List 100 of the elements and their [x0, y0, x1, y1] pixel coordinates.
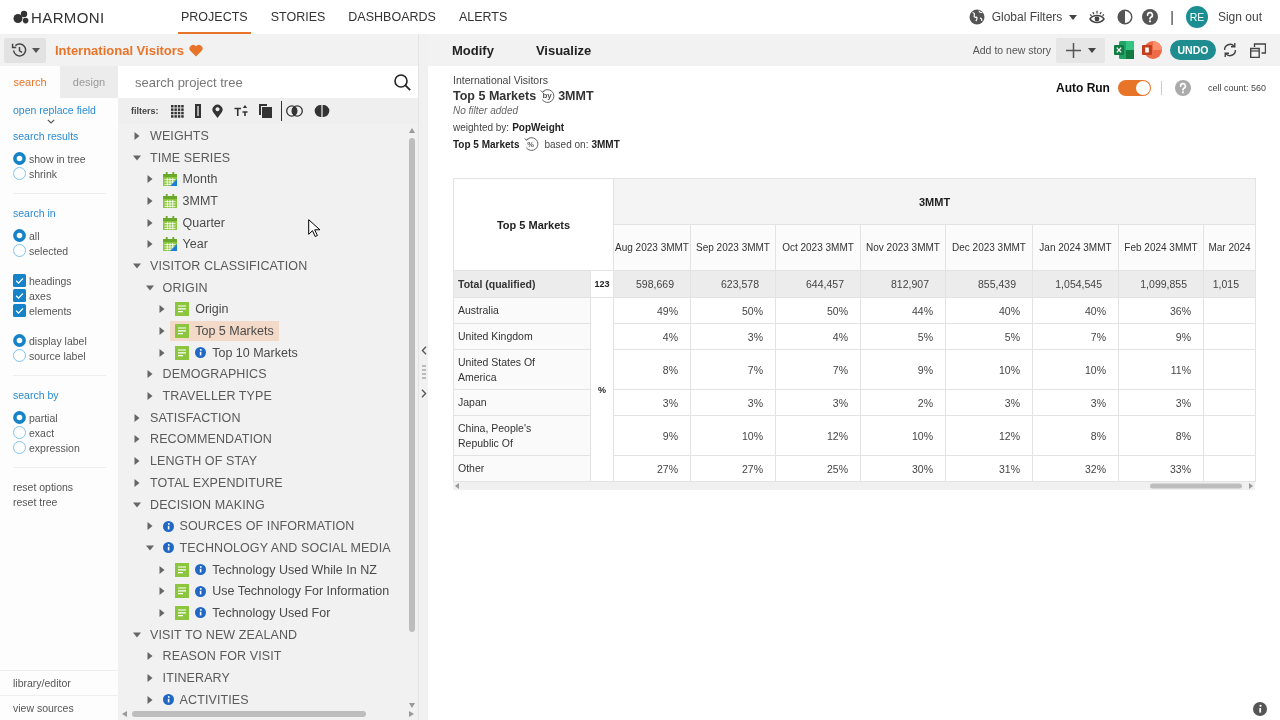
caret-down-icon[interactable]: [133, 154, 141, 161]
tree-item[interactable]: Origin: [170, 299, 234, 320]
spreadsheet-icon[interactable]: [1114, 41, 1134, 59]
info-icon[interactable]: [195, 607, 207, 619]
option-link[interactable]: reset options: [13, 480, 106, 495]
chevron-right-icon[interactable]: [420, 389, 427, 398]
documents-icon[interactable]: [258, 104, 272, 118]
tree-item[interactable]: VISITOR CLASSIFICATION: [145, 255, 313, 276]
checkbox[interactable]: [13, 274, 26, 287]
checkbox[interactable]: [13, 304, 26, 317]
info-icon[interactable]: [195, 564, 207, 576]
tree-item[interactable]: Technology Used For: [170, 602, 336, 623]
tree-item[interactable]: Month: [157, 169, 223, 190]
global-filters-dropdown[interactable]: Global Filters: [968, 9, 1078, 25]
heart-icon[interactable]: [189, 43, 204, 57]
caret-right-icon[interactable]: [145, 218, 154, 227]
tree-item[interactable]: Quarter: [157, 212, 230, 233]
option-link[interactable]: reset tree: [13, 495, 106, 510]
text-size-icon[interactable]: [233, 105, 248, 117]
tree-item[interactable]: DECISION MAKING: [145, 494, 270, 515]
caret-right-icon[interactable]: [145, 196, 154, 205]
info-icon[interactable]: [195, 347, 207, 359]
info-icon[interactable]: [162, 542, 174, 554]
caret-right-icon[interactable]: [158, 305, 167, 314]
caret-down-icon[interactable]: [133, 262, 141, 269]
horizontal-scrollbar[interactable]: [453, 482, 1255, 490]
caret-icon[interactable]: [1087, 47, 1096, 53]
caret-right-icon[interactable]: [145, 652, 154, 661]
tree-item[interactable]: SATISFACTION: [145, 407, 246, 428]
view-tab[interactable]: Visualize: [535, 42, 592, 58]
avatar[interactable]: RE: [1185, 6, 1208, 28]
tree-item[interactable]: LENGTH OF STAY: [145, 451, 263, 472]
tree-item[interactable]: SOURCES OF INFORMATION: [157, 516, 360, 537]
search-field[interactable]: search project tree: [118, 66, 418, 98]
radio-button[interactable]: [13, 334, 26, 347]
radio-button[interactable]: [13, 244, 26, 257]
caret-right-icon[interactable]: [158, 327, 167, 336]
caret-right-icon[interactable]: [158, 608, 167, 617]
caret-right-icon[interactable]: [133, 457, 141, 466]
tree-item[interactable]: Year: [157, 234, 213, 255]
radio-button[interactable]: [13, 426, 26, 439]
undo-button[interactable]: UNDO: [1170, 40, 1216, 60]
pin-icon[interactable]: [211, 104, 223, 118]
grip-icon[interactable]: [421, 365, 426, 379]
caret-down-icon[interactable]: [145, 284, 154, 291]
radio-button[interactable]: [13, 167, 26, 180]
tree-item[interactable]: DEMOGRAPHICS: [157, 364, 272, 385]
tree-item[interactable]: Top 10 Markets: [170, 342, 303, 363]
caret-right-icon[interactable]: [133, 131, 141, 140]
search-input[interactable]: search project tree: [135, 70, 388, 94]
radio-button[interactable]: [13, 152, 26, 165]
tree-item[interactable]: REASON FOR VISIT: [157, 646, 287, 667]
overlap-circles-icon[interactable]: [285, 105, 303, 117]
tree-item[interactable]: 3MMT: [157, 190, 223, 211]
contrast-icon[interactable]: [1117, 9, 1134, 25]
caret-right-icon[interactable]: [158, 565, 167, 574]
history-button[interactable]: [4, 37, 46, 63]
tree-item[interactable]: TIME SERIES: [145, 147, 236, 168]
help-icon[interactable]: [1142, 9, 1159, 25]
tree-item[interactable]: ITINERARY: [157, 668, 235, 689]
tree-item[interactable]: Top 5 Markets: [170, 321, 279, 342]
caret-right-icon[interactable]: [145, 175, 154, 184]
caret-right-icon[interactable]: [145, 240, 154, 249]
checkbox[interactable]: [13, 289, 26, 302]
radio-button[interactable]: [13, 441, 26, 454]
window-icon[interactable]: [1250, 42, 1266, 58]
tree-item[interactable]: TECHNOLOGY AND SOCIAL MEDIA: [157, 537, 396, 558]
search-icon[interactable]: [394, 73, 411, 91]
caret-right-icon[interactable]: [133, 478, 141, 487]
eye-icon[interactable]: [1089, 10, 1106, 24]
nav-tab[interactable]: STORIES: [267, 0, 329, 34]
nav-tab[interactable]: DASHBOARDS: [345, 0, 439, 34]
info-icon[interactable]: [162, 694, 174, 706]
caret-right-icon[interactable]: [133, 413, 141, 422]
tree-item[interactable]: WEIGHTS: [145, 125, 215, 146]
caret-right-icon[interactable]: [145, 370, 154, 379]
caret-right-icon[interactable]: [158, 348, 167, 357]
caret-down-icon[interactable]: [133, 631, 141, 638]
caret-down-icon[interactable]: [145, 544, 154, 551]
sign-out-link[interactable]: Sign out: [1217, 10, 1262, 24]
tree-item[interactable]: Use Technology For Information: [170, 581, 395, 602]
grid-icon[interactable]: [170, 104, 184, 118]
nav-tab[interactable]: ALERTS: [455, 0, 511, 34]
radio-button[interactable]: [13, 411, 26, 424]
tree-item[interactable]: VISIT TO NEW ZEALAND: [145, 624, 303, 645]
tree-item[interactable]: ORIGIN: [157, 277, 213, 298]
slides-icon[interactable]: [1142, 41, 1162, 59]
replace-field-link[interactable]: open replace field: [13, 103, 118, 117]
caret-icon[interactable]: [31, 47, 40, 53]
chevron-left-icon[interactable]: [420, 346, 427, 355]
caret-right-icon[interactable]: [133, 435, 141, 444]
refresh-icon[interactable]: [1222, 42, 1238, 58]
radio-button[interactable]: [13, 349, 26, 362]
chevron-down-icon[interactable]: [47, 119, 55, 124]
caret-down-icon[interactable]: [133, 501, 141, 508]
caret-right-icon[interactable]: [145, 695, 154, 704]
tree-item[interactable]: RECOMMENDATION: [145, 429, 277, 450]
caret-right-icon[interactable]: [158, 587, 167, 596]
tree-item[interactable]: Technology Used While In NZ: [170, 559, 382, 580]
tree-item[interactable]: TOTAL EXPENDITURE: [145, 472, 288, 493]
